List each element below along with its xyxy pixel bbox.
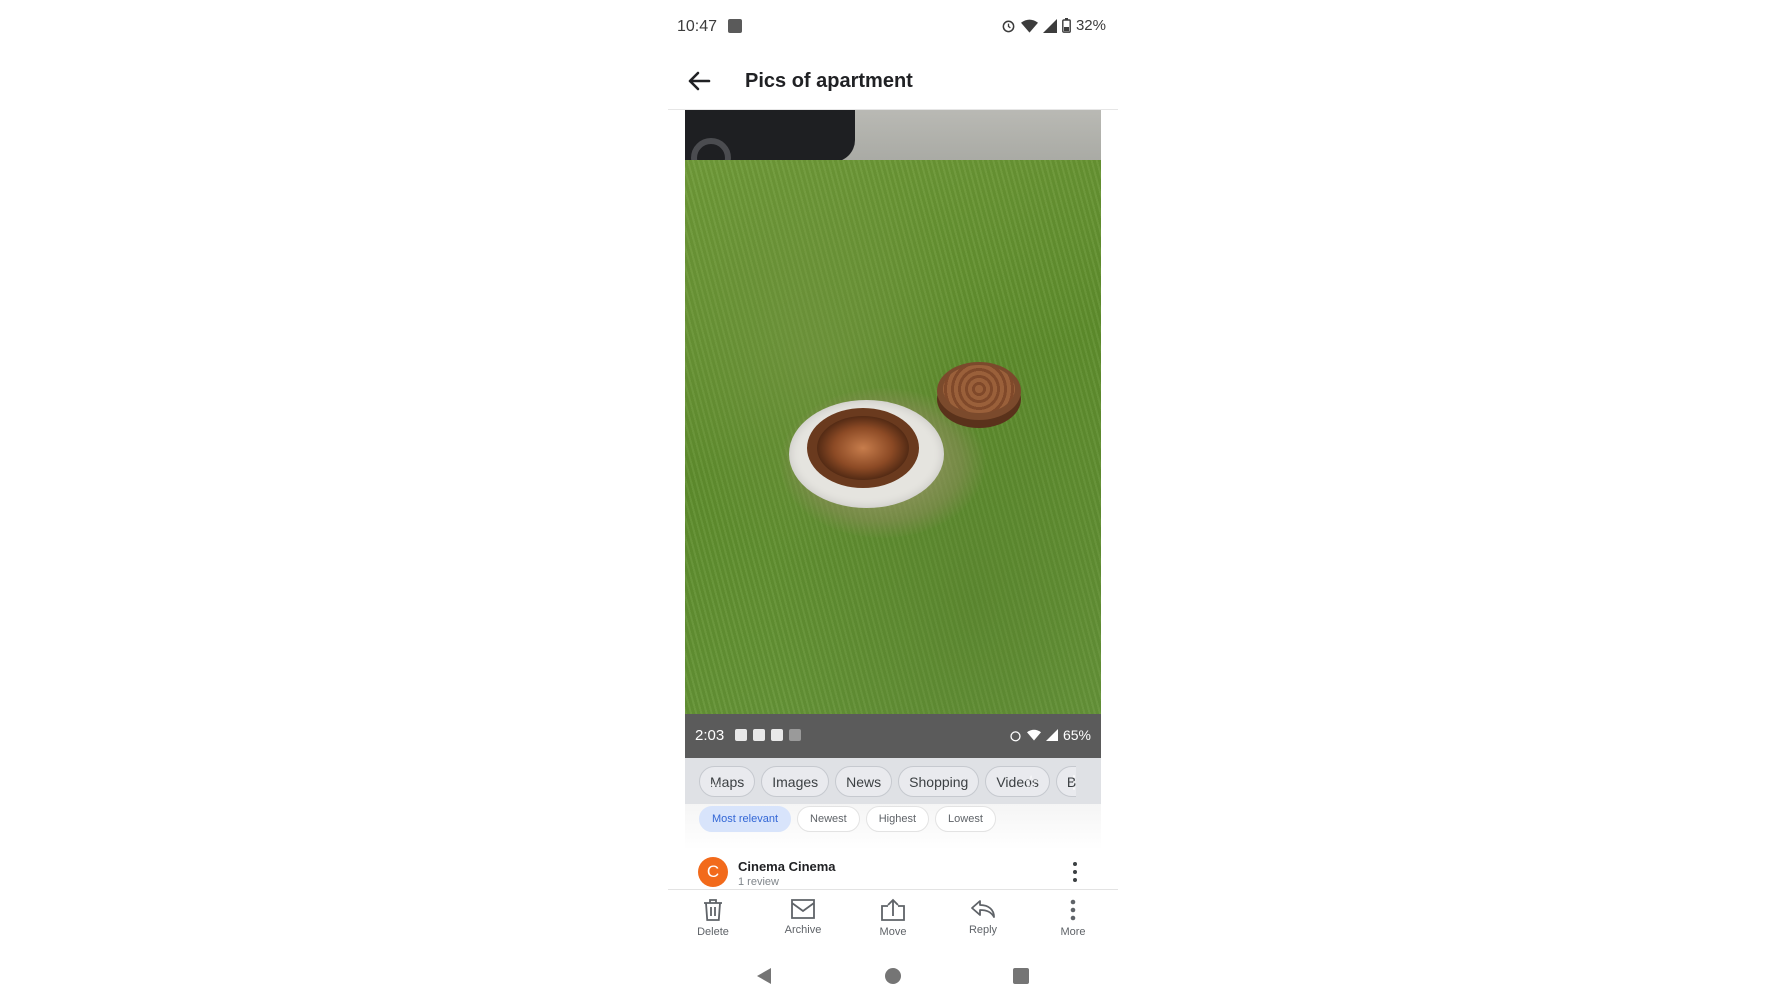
attachment-image[interactable]: 2:03 65% Maps Images News Shopping Videos B ←… — [685, 110, 1101, 850]
embedded-sort-most-relevant: Most relevant — [699, 806, 792, 832]
embedded-battery-percent: 65% — [1062, 727, 1091, 743]
more-button[interactable]: More — [1028, 890, 1118, 956]
delete-label: Delete — [697, 926, 729, 938]
embedded-tab-images: Images — [761, 766, 830, 797]
manhole-lid-top — [943, 365, 1015, 413]
embedded-tab-videos: Videos — [985, 766, 1050, 797]
reply-label: Reply — [968, 924, 998, 936]
notification-icon — [728, 19, 742, 33]
embedded-sort-lowest: Lowest — [935, 806, 996, 832]
signal-icon — [1042, 18, 1057, 33]
embedded-more-icon: ⋮ — [1065, 772, 1083, 792]
move-button[interactable]: Move — [848, 890, 938, 956]
recents-square-icon[interactable] — [1012, 967, 1030, 990]
reply-icon — [971, 900, 995, 918]
status-time: 10:47 — [677, 18, 718, 35]
home-circle-icon[interactable] — [884, 967, 902, 990]
car-shape — [685, 110, 855, 178]
embedded-notification-icons — [735, 729, 801, 741]
embedded-status-bar: 2:03 65% — [685, 714, 1101, 758]
phone-screen: 10:47 32% Pics of apartment 2:03 65% Map… — [668, 0, 1118, 1000]
more-label: More — [1060, 926, 1086, 938]
archive-label: Archive — [784, 924, 822, 936]
embedded-search-tabs: Maps Images News Shopping Videos B ← ☆ ⋮ — [685, 758, 1101, 804]
move-label: Move — [879, 926, 907, 938]
status-bar: 10:47 32% — [668, 0, 1118, 54]
review-count: 1 review — [738, 876, 779, 888]
archive-button[interactable]: Archive — [758, 890, 848, 956]
archive-icon — [791, 899, 815, 919]
back-triangle-icon[interactable] — [756, 967, 772, 990]
embedded-sort-newest: Newest — [797, 806, 860, 832]
pipe-interior — [817, 416, 909, 480]
arrow-left-icon — [688, 71, 711, 91]
battery-icon — [1062, 18, 1071, 33]
apartment-photo — [685, 110, 1101, 714]
embedded-status-time: 2:03 — [695, 727, 725, 744]
action-bar: Delete Archive Move Reply More — [668, 889, 1118, 955]
alarm-icon — [1002, 20, 1015, 33]
embedded-alarm-icon — [1010, 730, 1021, 741]
embedded-sort-highest: Highest — [865, 806, 930, 832]
review-more-icon — [1065, 860, 1085, 884]
embedded-tab-news: News — [835, 766, 893, 797]
embedded-wifi-icon — [1026, 729, 1041, 741]
app-header: Pics of apartment — [668, 54, 1118, 110]
back-button[interactable] — [682, 64, 716, 98]
embedded-signal-icon — [1045, 729, 1058, 741]
embedded-status-icons: 65% — [1009, 727, 1091, 743]
wifi-icon — [1020, 19, 1038, 33]
embedded-tab-shopping: Shopping — [898, 766, 980, 797]
battery-percent: 32% — [1075, 17, 1106, 34]
more-vertical-icon — [1070, 899, 1076, 921]
avatar: C — [698, 857, 728, 887]
page-title: Pics of apartment — [745, 70, 913, 92]
reviewer-name: Cinema Cinema — [738, 859, 836, 874]
status-icons: 32% — [1001, 17, 1106, 34]
embedded-sort-row: Most relevant Newest Highest Lowest — [685, 804, 1101, 850]
embedded-back-arrow-icon: ← — [707, 772, 725, 792]
embedded-star-icon: ☆ — [1023, 772, 1040, 792]
trash-icon — [704, 899, 722, 921]
reply-button[interactable]: Reply — [938, 890, 1028, 956]
system-nav-bar — [668, 955, 1118, 1000]
delete-button[interactable]: Delete — [668, 890, 758, 956]
move-icon — [881, 898, 905, 921]
